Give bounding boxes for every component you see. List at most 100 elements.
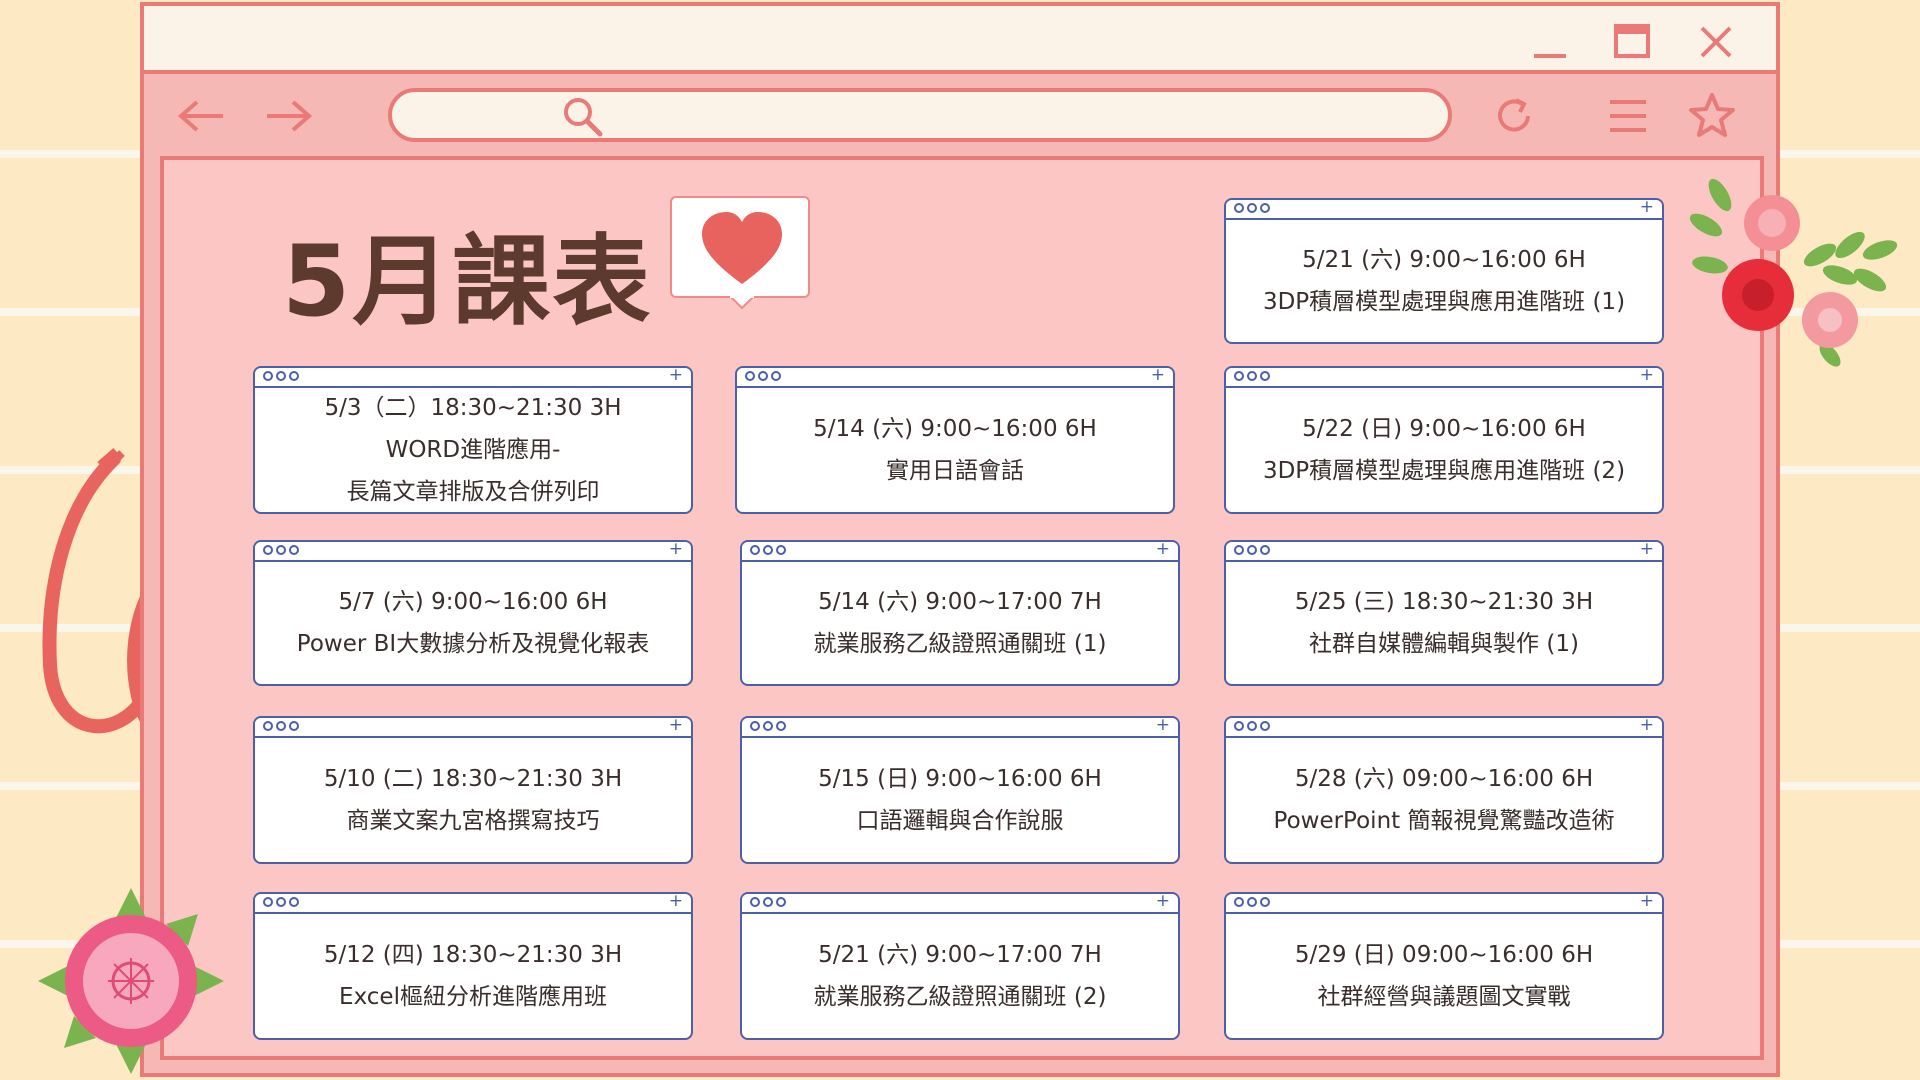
course-schedule: 5/21 (六) 9:00~16:00 6H <box>1302 247 1586 273</box>
course-title: 就業服務乙級證照通關班 (2) <box>813 984 1107 1010</box>
flower-decoration <box>38 888 224 1074</box>
course-card[interactable]: +5/10 (二) 18:30~21:30 3H 商業文案九宮格撰寫技巧 <box>253 716 693 864</box>
arrow-right-icon[interactable] <box>260 88 316 144</box>
card-title-bar: + <box>742 542 1178 562</box>
card-title-bar: + <box>1226 718 1662 738</box>
course-schedule: 5/15 (日) 9:00~16:00 6H <box>818 766 1102 792</box>
course-schedule: 5/12 (四) 18:30~21:30 3H <box>323 942 623 968</box>
course-card[interactable]: +5/25 (三) 18:30~21:30 3H 社群自媒體編輯與製作 (1) <box>1224 540 1664 686</box>
card-title-bar: + <box>255 542 691 562</box>
plus-icon[interactable]: + <box>1640 542 1654 559</box>
card-title-bar: + <box>737 368 1173 388</box>
card-title-bar: + <box>255 368 691 388</box>
plus-icon[interactable]: + <box>1640 894 1654 911</box>
course-card[interactable]: +5/14 (六) 9:00~16:00 6H 實用日語會話 <box>735 366 1175 514</box>
course-card[interactable]: +5/12 (四) 18:30~21:30 3H Excel樞紐分析進階應用班 <box>253 892 693 1040</box>
course-card[interactable]: +5/21 (六) 9:00~16:00 6H 3DP積層模型處理與應用進階班 (… <box>1224 198 1664 344</box>
course-title: 3DP積層模型處理與應用進階班 (1) <box>1262 289 1626 315</box>
search-icon[interactable] <box>560 94 606 140</box>
card-body: 5/25 (三) 18:30~21:30 3H 社群自媒體編輯與製作 (1) <box>1226 562 1662 684</box>
plus-icon[interactable]: + <box>1156 894 1170 911</box>
card-body: 5/21 (六) 9:00~17:00 7H 就業服務乙級證照通關班 (2) <box>742 914 1178 1038</box>
course-card[interactable]: +5/28 (六) 09:00~16:00 6H PowerPoint 簡報視覺驚… <box>1224 716 1664 864</box>
plus-icon[interactable]: + <box>669 718 683 735</box>
course-title: 實用日語會話 <box>886 458 1024 484</box>
card-body: 5/28 (六) 09:00~16:00 6H PowerPoint 簡報視覺驚豔… <box>1226 738 1662 862</box>
card-body: 5/12 (四) 18:30~21:30 3H Excel樞紐分析進階應用班 <box>255 914 691 1038</box>
window-dots-icon <box>263 545 299 555</box>
page-title: 5月課表 <box>282 225 653 339</box>
course-schedule: 5/28 (六) 09:00~16:00 6H <box>1294 766 1594 792</box>
window-dots-icon <box>745 371 781 381</box>
window-dots-icon <box>1234 203 1270 213</box>
title-bar <box>144 6 1776 74</box>
window-dots-icon <box>1234 721 1270 731</box>
card-body: 5/21 (六) 9:00~16:00 6H 3DP積層模型處理與應用進階班 (1… <box>1226 220 1662 342</box>
course-title: WORD進階應用- <box>385 437 561 463</box>
minimize-icon[interactable] <box>1522 18 1578 66</box>
course-card[interactable]: +5/22 (日) 9:00~16:00 6H 3DP積層模型處理與應用進階班 (… <box>1224 366 1664 514</box>
plus-icon[interactable]: + <box>669 368 683 385</box>
course-title: 社群自媒體編輯與製作 (1) <box>1309 631 1579 657</box>
course-card[interactable]: +5/21 (六) 9:00~17:00 7H 就業服務乙級證照通關班 (2) <box>740 892 1180 1040</box>
reload-icon[interactable] <box>1486 88 1542 144</box>
browser-toolbar <box>144 74 1776 156</box>
card-body: 5/14 (六) 9:00~17:00 7H 就業服務乙級證照通關班 (1) <box>742 562 1178 684</box>
card-body: 5/3（二）18:30~21:30 3H WORD進階應用- 長篇文章排版及合併列印 <box>255 388 691 512</box>
course-schedule: 5/29 (日) 09:00~16:00 6H <box>1294 942 1594 968</box>
card-title-bar: + <box>742 894 1178 914</box>
window-dots-icon <box>1234 545 1270 555</box>
plus-icon[interactable]: + <box>1156 542 1170 559</box>
heart-bubble <box>670 196 810 310</box>
plus-icon[interactable]: + <box>1640 368 1654 385</box>
plus-icon[interactable]: + <box>1151 368 1165 385</box>
hamburger-menu-icon[interactable] <box>1600 88 1656 144</box>
course-schedule: 5/3（二）18:30~21:30 3H <box>324 395 622 421</box>
card-title-bar: + <box>1226 894 1662 914</box>
card-body: 5/14 (六) 9:00~16:00 6H 實用日語會話 <box>737 388 1173 512</box>
course-schedule: 5/21 (六) 9:00~17:00 7H <box>818 942 1102 968</box>
card-title-bar: + <box>1226 542 1662 562</box>
course-title: Excel樞紐分析進階應用班 <box>339 984 607 1010</box>
plus-icon[interactable]: + <box>1156 718 1170 735</box>
card-body: 5/10 (二) 18:30~21:30 3H 商業文案九宮格撰寫技巧 <box>255 738 691 862</box>
card-title-bar: + <box>255 894 691 914</box>
course-schedule: 5/14 (六) 9:00~16:00 6H <box>813 416 1097 442</box>
course-schedule: 5/25 (三) 18:30~21:30 3H <box>1294 589 1594 615</box>
plus-icon[interactable]: + <box>669 894 683 911</box>
arrow-left-icon[interactable] <box>174 88 230 144</box>
close-icon[interactable] <box>1688 18 1744 66</box>
course-card[interactable]: +5/7 (六) 9:00~16:00 6H Power BI大數據分析及視覺化報… <box>253 540 693 686</box>
course-card[interactable]: +5/15 (日) 9:00~16:00 6H 口語邏輯與合作說服 <box>740 716 1180 864</box>
plus-icon[interactable]: + <box>1640 200 1654 217</box>
course-title: PowerPoint 簡報視覺驚豔改造術 <box>1273 808 1615 834</box>
card-body: 5/29 (日) 09:00~16:00 6H 社群經營與議題圖文實戰 <box>1226 914 1662 1038</box>
course-title: 長篇文章排版及合併列印 <box>346 479 600 505</box>
card-body: 5/15 (日) 9:00~16:00 6H 口語邏輯與合作說服 <box>742 738 1178 862</box>
plus-icon[interactable]: + <box>1640 718 1654 735</box>
course-title: 社群經營與議題圖文實戰 <box>1317 984 1571 1010</box>
card-title-bar: + <box>255 718 691 738</box>
course-title: 3DP積層模型處理與應用進階班 (2) <box>1262 458 1626 484</box>
star-icon[interactable] <box>1684 88 1740 144</box>
window-dots-icon <box>263 371 299 381</box>
course-title: 商業文案九宮格撰寫技巧 <box>346 808 600 834</box>
card-title-bar: + <box>1226 368 1662 388</box>
window-dots-icon <box>750 721 786 731</box>
address-bar[interactable] <box>388 88 1452 142</box>
window-dots-icon <box>1234 897 1270 907</box>
course-title: Power BI大數據分析及視覺化報表 <box>296 631 650 657</box>
window-dots-icon <box>263 897 299 907</box>
course-card[interactable]: +5/3（二）18:30~21:30 3H WORD進階應用- 長篇文章排版及合併列… <box>253 366 693 514</box>
window-dots-icon <box>750 545 786 555</box>
window-dots-icon <box>263 721 299 731</box>
maximize-icon[interactable] <box>1604 18 1660 66</box>
course-title: 就業服務乙級證照通關班 (1) <box>813 631 1107 657</box>
course-schedule: 5/10 (二) 18:30~21:30 3H <box>323 766 623 792</box>
card-title-bar: + <box>1226 200 1662 220</box>
plus-icon[interactable]: + <box>669 542 683 559</box>
card-body: 5/7 (六) 9:00~16:00 6H Power BI大數據分析及視覺化報表 <box>255 562 691 684</box>
window-dots-icon <box>750 897 786 907</box>
course-card[interactable]: +5/29 (日) 09:00~16:00 6H 社群經營與議題圖文實戰 <box>1224 892 1664 1040</box>
course-card[interactable]: +5/14 (六) 9:00~17:00 7H 就業服務乙級證照通關班 (1) <box>740 540 1180 686</box>
